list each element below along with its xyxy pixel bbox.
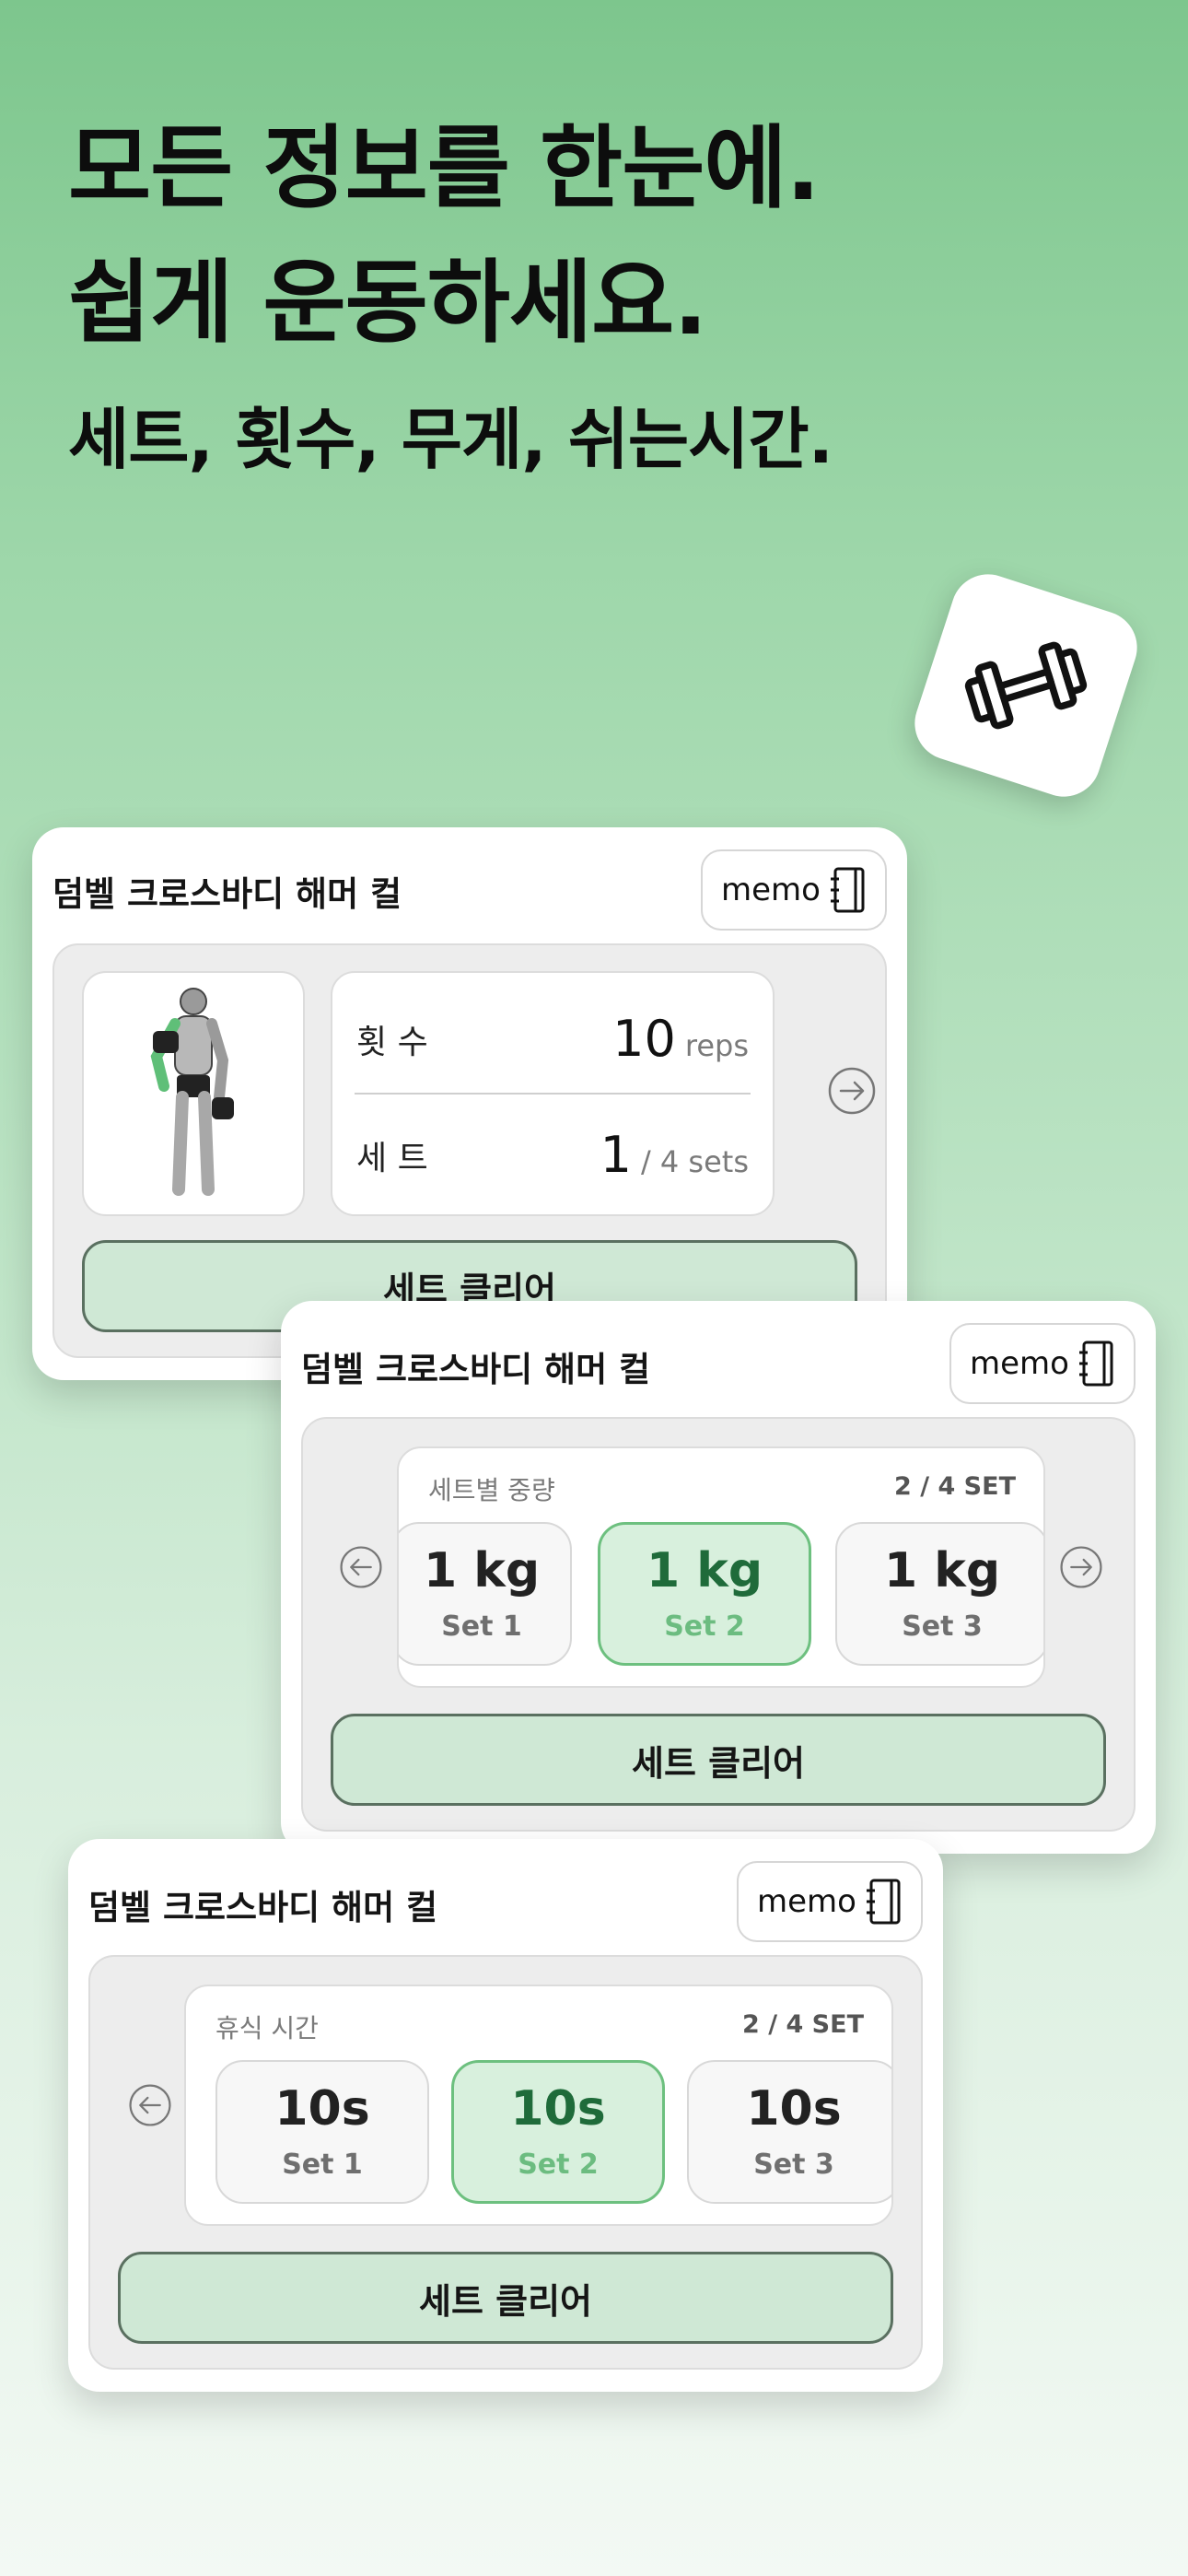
tile-rest-time: 10s (274, 2080, 370, 2137)
sets-readout: 1 / 4 sets (600, 1126, 749, 1184)
headline-line-3: 세트, 횟수, 무게, 쉬는시간. (68, 401, 833, 478)
set-clear-button[interactable]: 세트 클리어 (331, 1714, 1106, 1806)
tile-weight: 1 kg (423, 1542, 541, 1598)
arrow-left-circle-icon[interactable] (127, 2082, 173, 2128)
tile-set-label: Set 2 (664, 1610, 745, 1644)
tile-set-label: Set 3 (753, 2149, 834, 2182)
reps-value: 10 (612, 1010, 676, 1068)
rest-tile-set-1[interactable]: 10s Set 1 (215, 2060, 429, 2204)
set-progress: 2 / 4 SET (894, 1472, 1016, 1501)
memo-label: memo (757, 1883, 856, 1920)
tile-set-label: Set 2 (518, 2149, 599, 2182)
exercise-figure-image (150, 988, 234, 1196)
exercise-title: 덤벨 크로스바디 해머 컬 (52, 874, 402, 914)
rest-time-panel: 휴식 시간 2 / 4 SET 10s Set 1 10s Set 2 10s … (184, 1985, 893, 2226)
memo-label: memo (721, 872, 821, 908)
exercise-card-rest: 덤벨 크로스바디 해머 컬 memo 휴식 시간 2 / 4 SET 10s S… (68, 1839, 943, 2392)
sets-total: / 4 sets (640, 1144, 749, 1179)
arrow-right-circle-icon[interactable] (1058, 1544, 1104, 1590)
tile-rest-time: 10s (510, 2080, 606, 2137)
card-body: 횟 수 10 reps 세 트 1 / 4 sets 세트 클리어 (52, 943, 887, 1358)
weight-tile-set-3[interactable]: 1 kg Set 3 (835, 1522, 1043, 1666)
exercise-title: 덤벨 크로스바디 해머 컬 (301, 1350, 651, 1389)
section-label: 세트별 중량 (428, 1475, 555, 1505)
weight-tile-set-2[interactable]: 1 kg Set 2 (598, 1522, 811, 1666)
headline-line-1: 모든 정보를 한눈에. (68, 116, 821, 221)
reps-sets-panel: 횟 수 10 reps 세 트 1 / 4 sets (331, 971, 775, 1216)
arrow-right-circle-icon[interactable] (826, 1065, 878, 1117)
reps-label: 횟 수 (356, 1024, 428, 1061)
card-body: 세트별 중량 2 / 4 SET 1 kg Set 1 1 kg Set 2 1… (301, 1417, 1136, 1832)
exercise-card-weight: 덤벨 크로스바디 해머 컬 memo 세트별 중량 2 / 4 SET 1 kg… (281, 1301, 1156, 1854)
weight-per-set-panel: 세트별 중량 2 / 4 SET 1 kg Set 1 1 kg Set 2 1… (397, 1446, 1045, 1688)
rest-tile-set-3[interactable]: 10s Set 3 (687, 2060, 891, 2204)
app-icon (904, 564, 1147, 807)
reps-readout: 10 reps (612, 1010, 749, 1068)
tile-rest-time: 10s (746, 2080, 842, 2137)
exercise-title: 덤벨 크로스바디 해머 컬 (88, 1888, 438, 1927)
rest-tile-set-2[interactable]: 10s Set 2 (451, 2060, 665, 2204)
arrow-left-circle-icon[interactable] (338, 1544, 384, 1590)
memo-button[interactable]: memo (701, 849, 887, 931)
memo-button[interactable]: memo (949, 1323, 1136, 1404)
section-label: 휴식 시간 (215, 2013, 319, 2043)
tile-weight: 1 kg (883, 1542, 1001, 1598)
tile-set-label: Set 1 (441, 1610, 522, 1644)
tile-set-label: Set 1 (282, 2149, 363, 2182)
sets-value: 1 (600, 1126, 632, 1184)
memo-label: memo (970, 1345, 1069, 1382)
notebook-icon (830, 867, 865, 913)
tile-weight: 1 kg (646, 1542, 763, 1598)
tile-set-label: Set 3 (902, 1610, 983, 1644)
weight-tile-set-1[interactable]: 1 kg Set 1 (399, 1522, 572, 1666)
reps-unit: reps (684, 1028, 749, 1063)
set-clear-button[interactable]: 세트 클리어 (118, 2252, 893, 2344)
sets-label: 세 트 (356, 1140, 428, 1177)
set-progress: 2 / 4 SET (742, 2010, 864, 2039)
card-body: 휴식 시간 2 / 4 SET 10s Set 1 10s Set 2 10s … (88, 1955, 923, 2370)
divider (355, 1093, 751, 1095)
exercise-illustration (82, 971, 305, 1216)
headline-line-2: 쉽게 운동하세요. (68, 251, 707, 356)
memo-button[interactable]: memo (737, 1861, 923, 1942)
notebook-icon (1078, 1341, 1113, 1387)
dumbbell-icon (964, 641, 1088, 730)
exercise-card-reps: 덤벨 크로스바디 해머 컬 memo 횟 수 10 reps 세 트 1 / 4… (32, 827, 907, 1380)
notebook-icon (866, 1879, 901, 1925)
